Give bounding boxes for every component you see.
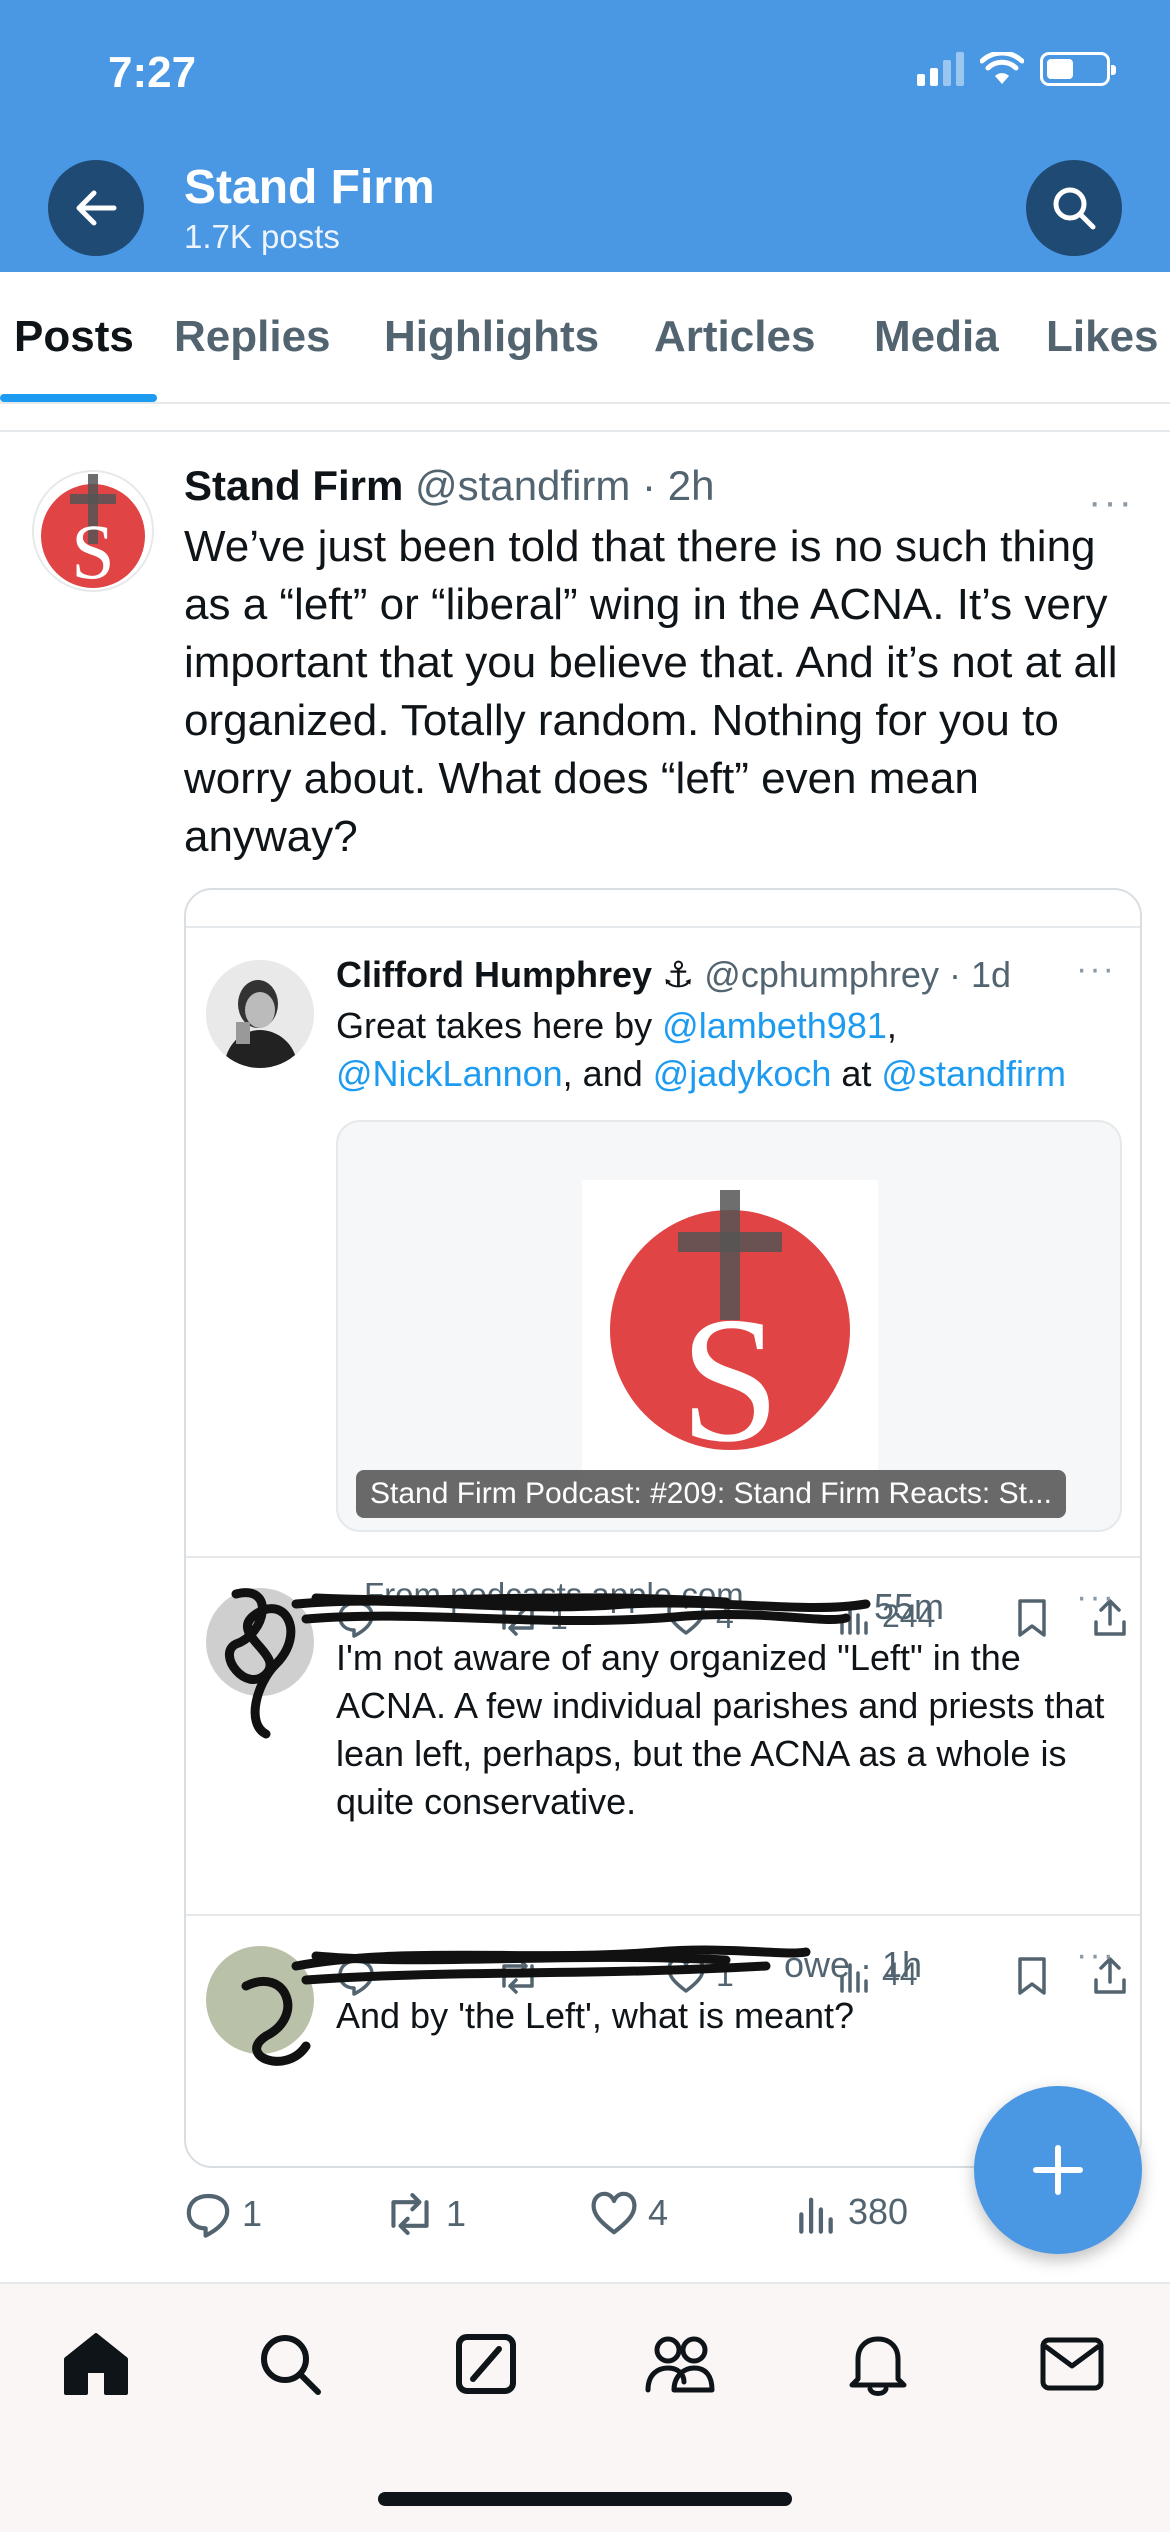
quoted-thread-card[interactable]: Clifford Humphrey ⚓ @cphumphrey · 1d ···… xyxy=(184,888,1142,2168)
repost-count: 1 xyxy=(446,2193,467,2234)
quoted-post-text: I'm not aware of any organized "Left" in… xyxy=(336,1637,1105,1822)
plus-icon xyxy=(1033,2145,1083,2195)
profile-header: 7:27 Stand Firm 1.7K posts xyxy=(0,0,1170,272)
author-name[interactable]: Stand Firm xyxy=(184,462,403,509)
link-preview-card[interactable]: S Stand Firm Podcast: #209: Stand Firm R… xyxy=(336,1120,1122,1532)
profile-title: Stand Firm xyxy=(184,161,435,214)
back-button[interactable] xyxy=(48,160,144,256)
avatar-logo-letter: S xyxy=(71,508,114,592)
profile-tabs: Posts Replies Highlights Articles Media … xyxy=(0,272,1170,404)
more-button[interactable]: ··· xyxy=(1076,950,1116,989)
author-handle-time: @standfirm · 2h xyxy=(415,462,715,509)
podcast-artwork: S xyxy=(582,1180,878,1480)
quoted-post-2[interactable]: 55m ··· I'm not aware of any organized "… xyxy=(186,1560,1140,1916)
search-icon xyxy=(1053,187,1096,230)
active-tab-indicator xyxy=(0,394,157,402)
divider xyxy=(0,404,1170,432)
repost-button[interactable]: 1 xyxy=(384,2190,466,2238)
quoted-post-1[interactable]: Clifford Humphrey ⚓ @cphumphrey · 1d ···… xyxy=(186,928,1140,1613)
standfirm-avatar[interactable]: S xyxy=(32,470,154,592)
person-photo-icon xyxy=(206,960,314,1068)
tab-replies[interactable]: Replies xyxy=(174,312,331,362)
views-button[interactable]: 380 xyxy=(794,2190,908,2234)
quoted-post-text: Great takes here by @lambeth981, @NickLa… xyxy=(336,1005,1067,1094)
more-button[interactable]: ··· xyxy=(1076,1578,1116,1617)
nav-grok[interactable] xyxy=(446,2324,526,2404)
reply-button[interactable]: 1 xyxy=(184,2190,262,2238)
tab-likes[interactable]: Likes xyxy=(1046,312,1159,362)
status-icons xyxy=(917,52,1116,86)
repost-icon xyxy=(391,2193,429,2235)
reply-icon xyxy=(186,2193,230,2238)
like-count: 4 xyxy=(648,2192,669,2233)
communities-icon xyxy=(645,2336,715,2393)
mention-link[interactable]: @jadykoch xyxy=(653,1053,832,1094)
notifications-icon xyxy=(849,2336,907,2396)
search-button[interactable] xyxy=(1026,160,1122,256)
home-icon xyxy=(64,2333,128,2395)
more-button[interactable]: ··· xyxy=(1076,1936,1116,1975)
quoted-post-time: 55m xyxy=(874,1586,945,1627)
quoted-post-header: Clifford Humphrey ⚓ @cphumphrey · 1d xyxy=(336,954,1011,996)
avatar[interactable] xyxy=(206,960,314,1068)
mention-link[interactable]: @standfirm xyxy=(881,1053,1066,1094)
cellular-signal-icon xyxy=(917,52,964,86)
quoted-post-text: And by 'the Left', what is meant? xyxy=(336,1995,855,2036)
messages-icon xyxy=(1040,2337,1104,2391)
quoted-post-time: owe · 1h xyxy=(784,1944,923,1985)
like-icon xyxy=(591,2191,637,2235)
home-indicator xyxy=(378,2492,792,2506)
nav-communities[interactable] xyxy=(640,2324,720,2404)
wifi-icon xyxy=(980,52,1024,84)
mention-link[interactable]: @NickLannon xyxy=(336,1053,563,1094)
like-button[interactable]: 4 xyxy=(590,2190,668,2236)
tab-highlights[interactable]: Highlights xyxy=(384,312,599,362)
nav-messages[interactable] xyxy=(1032,2324,1112,2404)
views-icon xyxy=(799,2197,833,2234)
svg-text:S: S xyxy=(680,1280,780,1479)
nav-notifications[interactable] xyxy=(838,2324,918,2404)
bottom-navigation xyxy=(0,2282,1170,2532)
compose-post-button[interactable] xyxy=(974,2086,1142,2254)
tab-articles[interactable]: Articles xyxy=(654,312,815,362)
grok-icon xyxy=(456,2334,516,2394)
back-arrow-icon xyxy=(76,190,117,226)
explore-icon xyxy=(261,2335,321,2395)
author-name[interactable]: Clifford Humphrey ⚓ xyxy=(336,954,694,995)
view-count: 380 xyxy=(848,2191,909,2232)
tab-posts[interactable]: Posts xyxy=(14,312,134,362)
nav-explore[interactable] xyxy=(250,2324,330,2404)
post-text: We’ve just been told that there is no su… xyxy=(184,522,1118,861)
author-handle-time: @cphumphrey · 1d xyxy=(704,954,1011,995)
mention-link[interactable]: @lambeth981 xyxy=(662,1005,887,1046)
status-time: 7:27 xyxy=(108,48,197,97)
battery-icon xyxy=(1040,52,1116,86)
post-header: Stand Firm @standfirm · 2h xyxy=(184,462,714,510)
post-count: 1.7K posts xyxy=(184,218,340,255)
nav-home[interactable] xyxy=(56,2324,136,2404)
reply-count: 1 xyxy=(242,2193,263,2234)
link-card-caption: Stand Firm Podcast: #209: Stand Firm Rea… xyxy=(356,1470,1066,1518)
tab-media[interactable]: Media xyxy=(874,312,999,362)
clipped-actions-strip xyxy=(186,890,1140,928)
